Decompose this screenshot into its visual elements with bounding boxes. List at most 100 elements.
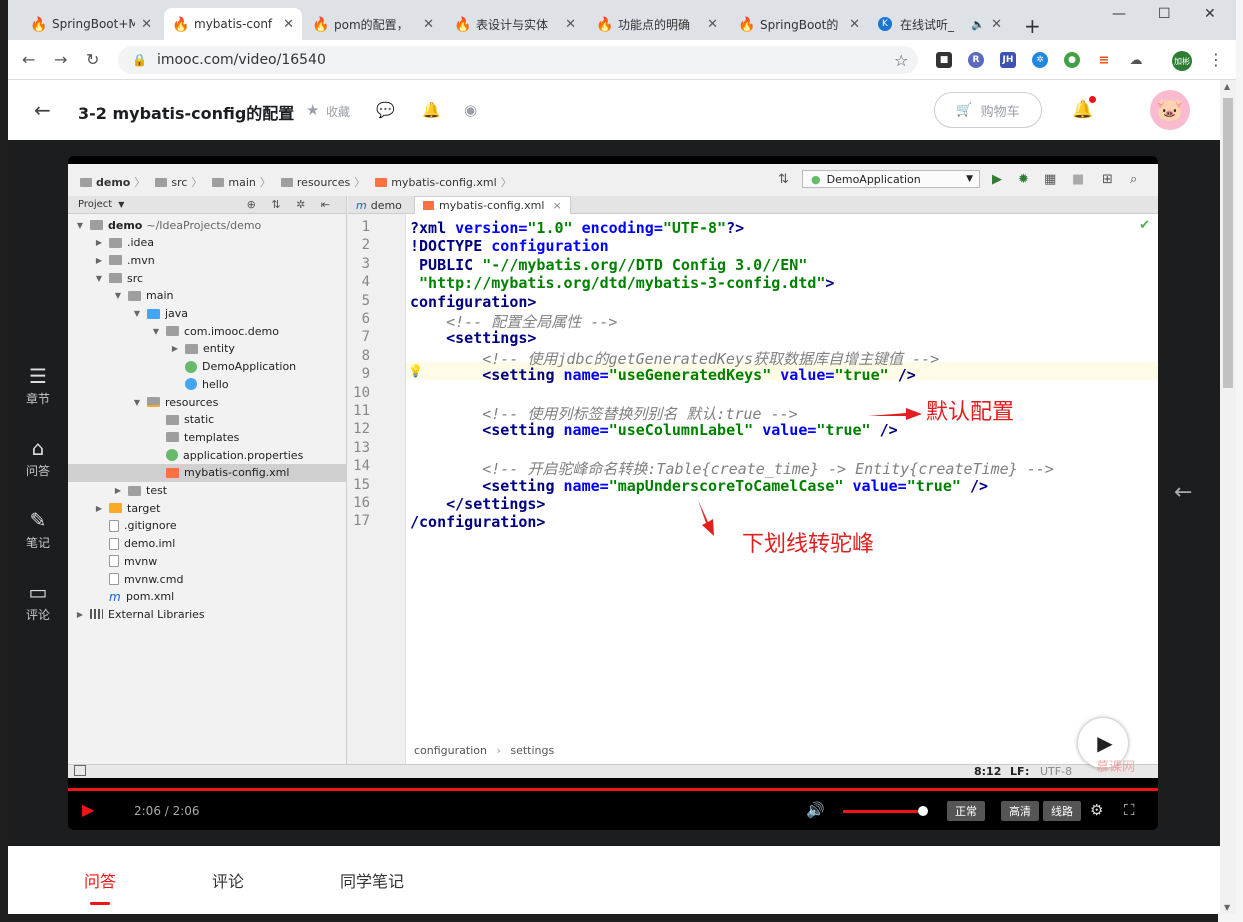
- back-nav-icon[interactable]: ←: [22, 50, 35, 69]
- left-side-nav: ☰ 章节 ⌂ 问答 ✎ 笔记 ▭ 评论: [8, 140, 68, 846]
- new-tab-button[interactable]: +: [1024, 14, 1041, 38]
- close-tab-icon[interactable]: ✕: [849, 17, 860, 32]
- nav-label: 笔记: [25, 536, 50, 550]
- extension-cloud-icon[interactable]: ☁: [1128, 52, 1144, 68]
- browser-tab[interactable]: 🔥 SpringBoot+M ✕: [22, 8, 160, 40]
- tree-item: mvnw: [68, 552, 346, 570]
- close-window-button[interactable]: ✕: [1204, 6, 1216, 22]
- volume-slider[interactable]: [843, 806, 928, 816]
- extension-r-icon[interactable]: R: [968, 52, 984, 68]
- code-token: configuration: [491, 237, 609, 256]
- close-tab-icon[interactable]: ✕: [141, 17, 152, 32]
- extension-earth-icon[interactable]: ●: [1064, 52, 1080, 68]
- run-config-label: DemoApplication: [826, 172, 921, 186]
- forward-nav-icon[interactable]: →: [54, 50, 67, 69]
- bell-icon[interactable]: 🔔: [1072, 100, 1093, 120]
- crumb-label: mybatis-config.xml: [391, 175, 497, 189]
- browser-tab[interactable]: 🔥 mybatis-conf ✕: [164, 8, 302, 40]
- tree-item-label: templates: [184, 430, 240, 444]
- browser-tab[interactable]: 🔥 SpringBoot的 ✕: [730, 8, 868, 40]
- volume-fill: [843, 810, 923, 813]
- line-number: 9: [361, 366, 370, 383]
- close-tab-icon[interactable]: ✕: [991, 17, 1002, 32]
- weibo-icon[interactable]: ◉: [464, 101, 477, 119]
- editor-tab-label: mybatis-config.xml: [439, 199, 545, 212]
- chevron-down-icon: ▼: [95, 273, 103, 283]
- nav-item-comments[interactable]: ▭ 评论: [8, 580, 68, 623]
- reload-icon[interactable]: ↻: [86, 50, 99, 69]
- page-scrollbar[interactable]: ▲ ▼: [1220, 80, 1236, 914]
- tree-item: ▼ java: [68, 305, 346, 323]
- avatar[interactable]: 🐷: [1150, 90, 1190, 130]
- volume-knob[interactable]: [918, 806, 928, 816]
- tree-item-label: .gitignore: [124, 519, 177, 533]
- progress-bar[interactable]: [68, 788, 1158, 791]
- pencil-icon: ✎: [29, 508, 47, 532]
- favorite-label[interactable]: 收藏: [326, 103, 350, 120]
- close-tab-icon[interactable]: ✕: [423, 17, 434, 32]
- chevron-right-icon: ▶: [95, 503, 103, 513]
- quality-hd-button[interactable]: 高清: [1001, 801, 1039, 821]
- play-icon[interactable]: ▶: [82, 800, 94, 819]
- close-tab-icon[interactable]: ✕: [283, 17, 294, 32]
- next-arrow-icon[interactable]: ←: [1174, 480, 1192, 505]
- tree-item-label: application.properties: [183, 448, 304, 462]
- scroll-thumb[interactable]: [1223, 98, 1233, 388]
- minimize-button[interactable]: —: [1112, 6, 1126, 22]
- extension-icon[interactable]: ■: [936, 52, 952, 68]
- wechat-icon[interactable]: 💬: [376, 101, 395, 119]
- nav-item-chapters[interactable]: ☰ 章节: [8, 364, 68, 407]
- scroll-down-icon[interactable]: ▼: [1224, 903, 1230, 912]
- star-icon[interactable]: ★: [306, 101, 319, 119]
- browser-tab[interactable]: K 在线试听_ 🔈 ✕: [870, 8, 1010, 40]
- close-tab-icon[interactable]: ✕: [565, 17, 576, 32]
- close-tab-icon[interactable]: ✕: [707, 17, 718, 32]
- tree-item-label: External Libraries: [108, 607, 205, 621]
- chevron-right-icon: ▶: [95, 238, 103, 248]
- sort-icon: ⇅: [778, 172, 789, 187]
- address-bar[interactable]: 🔒 imooc.com/video/16540: [118, 46, 918, 74]
- scroll-up-icon[interactable]: ▲: [1224, 82, 1230, 91]
- comment-icon: ▭: [28, 580, 48, 604]
- fullscreen-icon[interactable]: ⛶: [1124, 801, 1135, 819]
- code-token: "useColumnLabel": [608, 421, 763, 440]
- extension-globe-icon[interactable]: ✲: [1032, 52, 1048, 68]
- quality-normal-button[interactable]: 正常: [947, 801, 985, 821]
- volume-icon[interactable]: 🔊: [806, 801, 825, 819]
- line-number: 16: [353, 495, 370, 511]
- notify-icon[interactable]: 🔔: [422, 101, 441, 119]
- browser-tab[interactable]: 🔥 表设计与实体 ✕: [446, 8, 584, 40]
- flame-icon: 🔥: [172, 17, 190, 33]
- extension-jh-icon[interactable]: JH: [1000, 52, 1016, 68]
- route-button[interactable]: 线路: [1043, 801, 1081, 821]
- cart-label: 购物车: [980, 104, 1020, 120]
- nav-label: 问答: [25, 464, 50, 478]
- browser-menu-icon[interactable]: ⋮: [1208, 50, 1224, 69]
- extension-sliders-icon[interactable]: ≡: [1096, 52, 1112, 68]
- tab-qa[interactable]: 问答: [84, 868, 116, 892]
- browser-tab[interactable]: 🔥 pom的配置， ✕: [304, 8, 442, 40]
- gear-icon[interactable]: ⚙: [1090, 801, 1103, 819]
- code-token: encoding=: [581, 219, 663, 237]
- tab-notes[interactable]: 同学笔记: [340, 868, 404, 892]
- imooc-watermark-icon: 慕课网: [1096, 760, 1136, 775]
- line-number: 6: [361, 311, 370, 327]
- res-icon: [147, 397, 160, 407]
- back-arrow-icon[interactable]: ←: [34, 98, 51, 122]
- cart-button[interactable]: 🛒 购物车: [934, 92, 1042, 128]
- nav-item-notes[interactable]: ✎ 笔记: [8, 508, 68, 551]
- nav-item-qa[interactable]: ⌂ 问答: [8, 436, 68, 479]
- bookmark-star-icon[interactable]: ☆: [894, 51, 908, 70]
- video-player[interactable]: demo 〉 src 〉 main 〉 resources 〉 mybatis-config.x…: [68, 156, 1158, 830]
- m-icon: m: [109, 589, 121, 604]
- profile-avatar[interactable]: 加彬: [1172, 51, 1192, 71]
- tab-comments[interactable]: 评论: [212, 868, 244, 892]
- audio-playing-icon[interactable]: 🔈: [971, 18, 985, 31]
- run-icon: ▶: [992, 172, 1002, 187]
- target-icon: [109, 503, 122, 514]
- browser-tab[interactable]: 🔥 功能点的明确 ✕: [588, 8, 726, 40]
- maximize-button[interactable]: ☐: [1158, 6, 1171, 22]
- src-icon: [147, 308, 160, 319]
- tree-item: ▶ entity: [68, 340, 346, 358]
- tree-item: mvnw.cmd: [68, 570, 346, 588]
